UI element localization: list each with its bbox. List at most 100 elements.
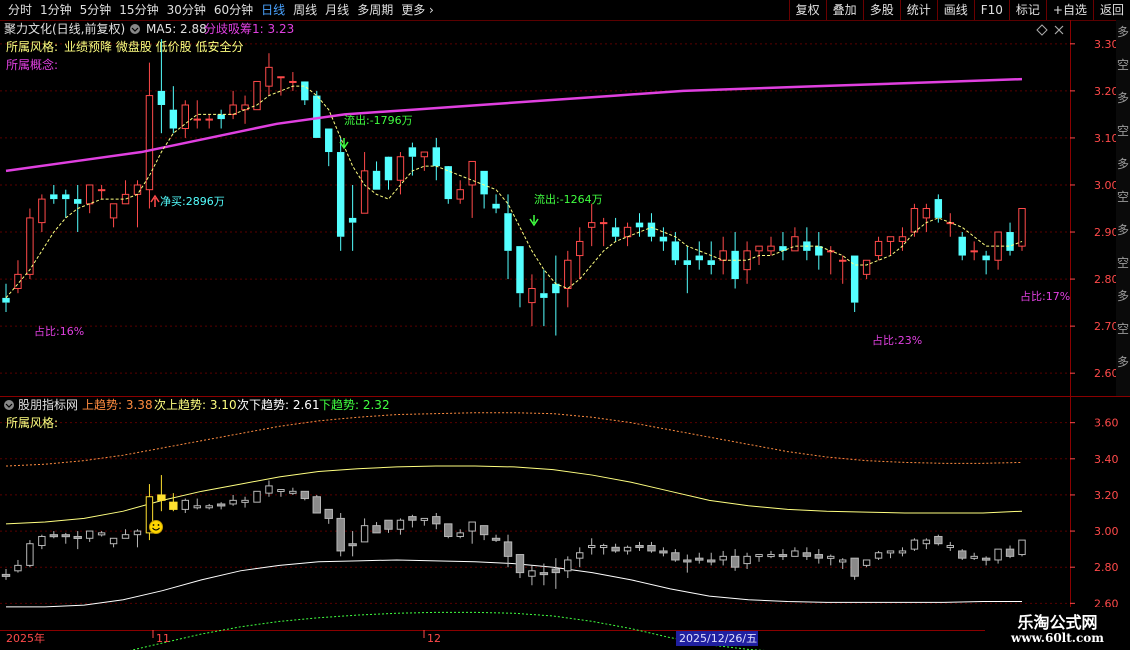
sub-candle-body [61, 534, 70, 538]
add-watchlist-button[interactable]: +自选 [1045, 0, 1093, 20]
candle-body [611, 227, 620, 237]
multi-stock-button[interactable]: 多股 [862, 0, 900, 20]
sub-candle-body [205, 505, 213, 509]
tab-period-monthly[interactable]: 月线 [321, 0, 353, 20]
sub-candle-body [133, 530, 142, 536]
sub-candle-body [970, 555, 978, 559]
up-arrow-icon [150, 194, 160, 207]
candle-body [360, 170, 369, 214]
sub-style-label: 所属风格: [6, 415, 58, 430]
side-signal-char: 多 [1117, 91, 1129, 105]
side-signal-char: 空 [1117, 322, 1129, 336]
price-tick-label: 2.60 [1094, 367, 1119, 380]
sub-candle-body [946, 545, 954, 549]
sub-candle-body [169, 501, 178, 510]
tab-period-multi[interactable]: 多周期 [353, 0, 397, 20]
candle-body [217, 114, 225, 120]
sub-candle-body [647, 545, 656, 552]
tab-period-30min[interactable]: 30分钟 [163, 0, 210, 20]
more-label: 更多 [401, 3, 426, 17]
candle-body [839, 259, 847, 262]
candle-body [647, 222, 656, 237]
draw-line-button[interactable]: 画线 [936, 0, 974, 20]
smiley-icon [149, 520, 163, 534]
price-tick-label: 3.00 [1094, 179, 1119, 192]
candle-body [289, 80, 297, 83]
tab-period-more[interactable]: 更多 › [397, 0, 438, 20]
candle-body [97, 189, 106, 192]
candle-body [755, 245, 763, 252]
main-settings-icon[interactable] [130, 24, 140, 34]
sub-candle-body [38, 535, 46, 547]
candle-body [910, 208, 919, 233]
candle-body [480, 170, 488, 195]
price-tick-label: 3.30 [1094, 38, 1119, 51]
sub-candle-body [229, 499, 237, 505]
sub-candle-body [862, 559, 871, 566]
tab-period-1min[interactable]: 1分钟 [36, 0, 76, 20]
sub-candle-body [157, 494, 166, 501]
candle-body [193, 118, 201, 121]
sub-candle-body [730, 555, 740, 568]
tab-period-15min[interactable]: 15分钟 [115, 0, 162, 20]
share-annotation-2: 占比:23% [872, 333, 922, 347]
sub-candle-body [73, 535, 82, 539]
sub-candle-body [396, 519, 405, 530]
tab-period-daily[interactable]: 日线 [257, 0, 289, 20]
restore-rights-button[interactable]: 复权 [788, 0, 826, 20]
mark-button[interactable]: 标记 [1008, 0, 1046, 20]
candle-body [133, 184, 142, 195]
style-label: 所属风格: [6, 39, 58, 54]
watermark-title: 乐淘公式网 [1017, 613, 1098, 632]
candle-body [2, 297, 10, 303]
candle-body [444, 166, 452, 200]
price-tick-label: 3.20 [1094, 85, 1119, 98]
sub-candle-body [528, 570, 536, 577]
candle-body [922, 208, 931, 219]
side-signal-char: 空 [1117, 190, 1129, 204]
sub-candle-body [755, 554, 763, 558]
candle-body [38, 198, 46, 224]
statistics-button[interactable]: 统计 [899, 0, 937, 20]
date-label-dec: 12 [427, 632, 441, 645]
sub-candle-body [839, 559, 847, 563]
up-trend-line [5, 412, 1023, 467]
back-button[interactable]: 返回 [1092, 0, 1130, 20]
candle-body [85, 184, 94, 205]
sub-candle-body [934, 535, 943, 545]
sub-candle-body [695, 557, 704, 561]
sub-tick-label: 2.80 [1094, 561, 1119, 574]
candle-body [540, 293, 548, 298]
candle-body [564, 259, 572, 289]
sub-candle-body [539, 572, 549, 576]
tab-period-weekly[interactable]: 周线 [289, 0, 321, 20]
candle-body [62, 194, 70, 200]
overlay-button[interactable]: 叠加 [825, 0, 863, 20]
sub-candle-body [277, 489, 285, 493]
candle-body [970, 250, 978, 253]
diamond-icon[interactable] [1036, 24, 1048, 36]
candle-body [731, 250, 739, 280]
close-icon[interactable] [1054, 25, 1064, 35]
candle-body [504, 213, 512, 251]
candle-body [862, 259, 871, 275]
candle-body [74, 199, 82, 204]
sub-candle-body [432, 516, 441, 525]
sub-settings-icon[interactable] [4, 400, 14, 410]
candle-body [886, 236, 895, 242]
side-signal-char: 多 [1117, 157, 1129, 171]
watermark: 乐淘公式网 www.60lt.com [985, 607, 1130, 650]
sub-tick-label: 3.20 [1094, 489, 1119, 502]
tab-period-60min[interactable]: 60分钟 [210, 0, 257, 20]
sub-candle-body [193, 505, 201, 509]
sub-candle-body [599, 545, 608, 549]
tab-period-fenshi[interactable]: 分时 [4, 0, 36, 20]
f10-button[interactable]: F10 [973, 0, 1009, 20]
candle-body [576, 240, 584, 257]
candle-body [683, 260, 692, 265]
sub-candle-body [767, 554, 775, 558]
tab-period-5min[interactable]: 5分钟 [76, 0, 116, 20]
indicator-label: 分歧吸筹1: 3.23 [204, 22, 294, 36]
chart-area[interactable]: 聚力文化(日线,前复权) MA5: 2.88 分歧吸筹1: 3.23 所属风格:… [0, 20, 1130, 650]
candle-body [516, 246, 524, 294]
